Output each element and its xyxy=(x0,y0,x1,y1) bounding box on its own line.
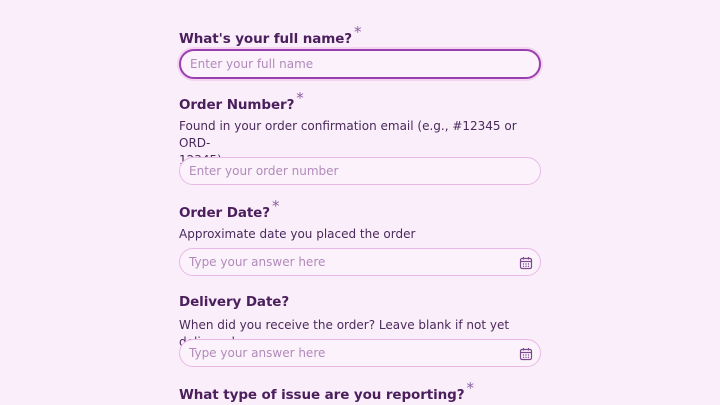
calendar-icon[interactable] xyxy=(519,347,533,361)
issue-type-label-text: What type of issue are you reporting? xyxy=(179,387,465,403)
order-date-label: Order Date? * xyxy=(179,197,279,221)
order-number-field[interactable] xyxy=(179,157,541,185)
issue-type-label: What type of issue are you reporting? * xyxy=(179,379,474,403)
order-number-input[interactable] xyxy=(189,158,509,184)
full-name-label: What's your full name? * xyxy=(179,23,362,47)
calendar-icon[interactable] xyxy=(519,256,533,270)
order-number-label: Order Number? * xyxy=(179,89,304,113)
required-asterisk: * xyxy=(354,23,362,41)
order-number-help-line1: Found in your order confirmation email (… xyxy=(179,119,517,150)
full-name-input[interactable] xyxy=(190,51,510,77)
delivery-date-input[interactable] xyxy=(189,340,509,366)
delivery-date-field[interactable] xyxy=(179,339,541,367)
required-asterisk: * xyxy=(271,197,280,215)
delivery-date-label: Delivery Date? xyxy=(179,294,289,310)
delivery-date-label-text: Delivery Date? xyxy=(179,294,290,310)
required-asterisk: * xyxy=(466,379,474,397)
order-number-label-text: Order Number? xyxy=(179,97,295,113)
full-name-field[interactable] xyxy=(179,49,541,79)
full-name-label-text: What's your full name? xyxy=(179,31,352,47)
order-date-label-text: Order Date? xyxy=(179,205,270,221)
required-asterisk: * xyxy=(296,89,304,107)
order-date-field[interactable] xyxy=(179,248,541,276)
order-date-input[interactable] xyxy=(189,249,509,275)
order-date-help: Approximate date you placed the order xyxy=(179,227,416,241)
